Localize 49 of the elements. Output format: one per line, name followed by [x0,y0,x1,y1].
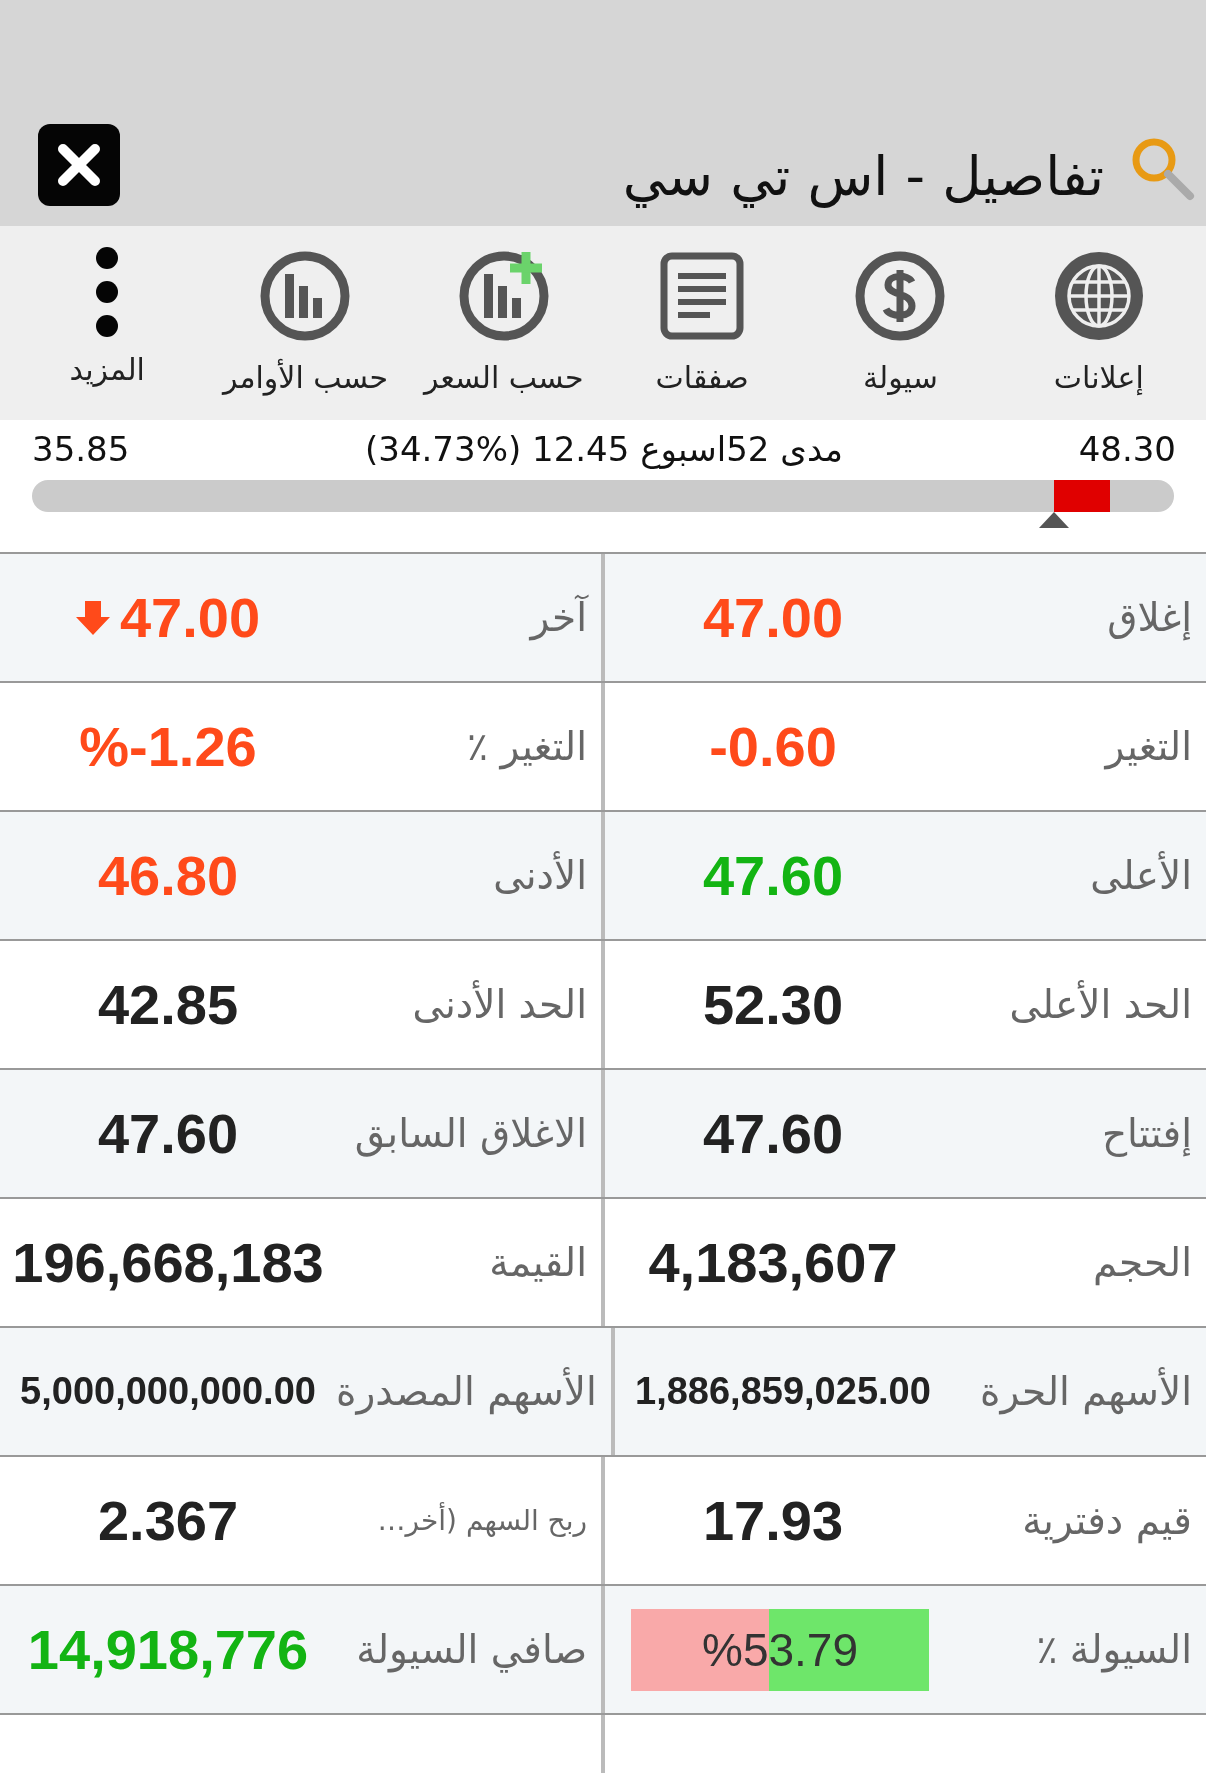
field-label: السيولة ٪ [1035,1627,1193,1672]
field-value: 42.85 [97,972,239,1037]
field-value: 47.00 [119,585,261,650]
field-label: الأعلى [1089,853,1193,898]
toolbar-button[interactable]: حسب السعر [409,226,598,420]
down-arrow-icon [75,600,110,635]
toolbar-button[interactable]: حسب الأوامر [211,226,400,420]
field-label: الحد الأدنى [411,982,588,1027]
field-value: 47.60 [702,1101,844,1166]
field-value: 47.00 [702,585,844,650]
field-label: ربح السهم (أخر… [376,1504,588,1537]
field-value: -0.60 [709,714,837,779]
field-label: الحد الأعلى [1008,982,1193,1027]
field-label: إغلاق [1106,595,1193,640]
field-label: التغير [1103,724,1193,769]
field-value: %-1.26 [79,714,257,779]
field-value: 17.93 [702,1488,844,1553]
field-label: الحجم [1091,1240,1193,1285]
field-value: 47.60 [702,843,844,908]
range-caption: مدى 52اسبوع 12.45 (%34.73) [365,429,843,469]
toolbar-button[interactable]: المزيد [13,226,202,420]
window-title: تفاصيل - اس تي سي [622,145,1104,208]
field-label: الاغلاق السابق [353,1111,588,1156]
field-value: 196,668,183 [12,1230,324,1295]
toolbar-button[interactable]: سيولة [806,226,995,420]
field-value: 5,000,000,000.00 [20,1370,316,1413]
field-label: الأسهم الحرة [979,1369,1193,1414]
field-label: التغير ٪ [466,724,588,769]
field-value: 46.80 [97,843,239,908]
field-label: إفتتاح [1100,1111,1193,1156]
pointer-icon [1039,512,1070,528]
field-value: 2.367 [97,1488,239,1553]
toolbar-button[interactable]: إعلانات [1004,226,1193,420]
toolbar-button[interactable]: صفقات [608,226,797,420]
high-value: 48.30 [1078,429,1176,469]
field-value: 14,918,776 [27,1617,309,1682]
low-value: 35.85 [32,429,130,469]
field-label: آخر [528,595,590,640]
field-label: القيمة [488,1240,588,1285]
close-icon [55,141,103,189]
field-label: قيم دفترية [1021,1498,1193,1543]
field-label: الأدنى [492,853,588,898]
close-button[interactable] [38,124,120,206]
field-label: صافي السيولة [355,1627,588,1672]
field-value: 1,886,859,025.00 [635,1370,931,1413]
field-label: الأسهم المصدرة [336,1369,598,1414]
field-value: 47.60 [97,1101,239,1166]
field-value: 4,183,607 [648,1230,898,1295]
field-value: 52.30 [702,972,844,1037]
